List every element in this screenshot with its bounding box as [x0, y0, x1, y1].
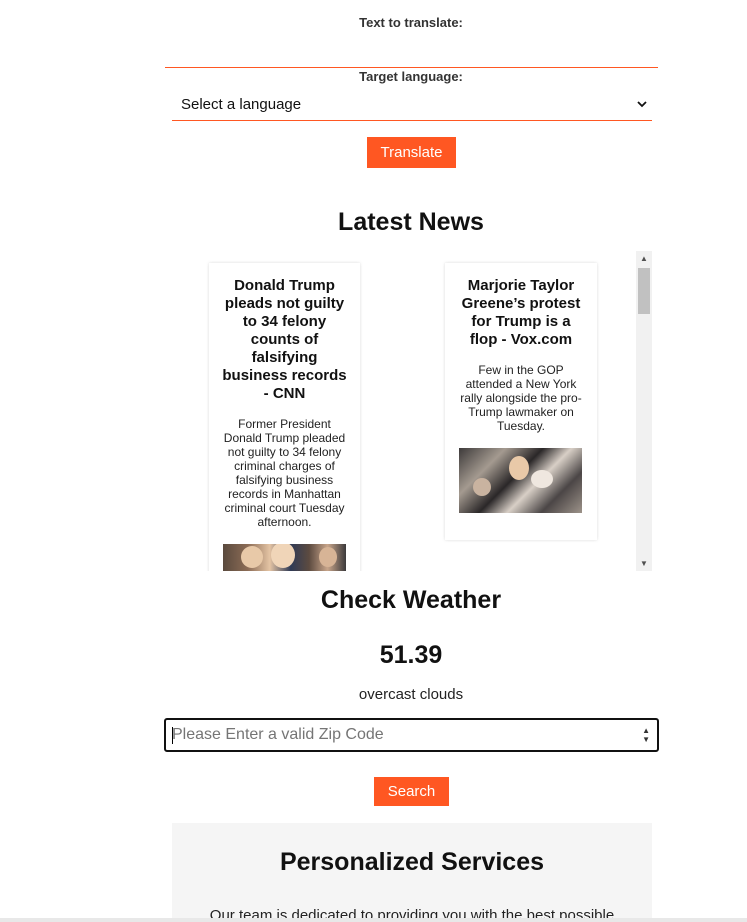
news-image [223, 544, 346, 571]
page: Text to translate: Target language: Sele… [0, 0, 747, 922]
check-weather-title: Check Weather [320, 586, 502, 614]
news-description: Few in the GOP attended a New York rally… [460, 363, 582, 433]
latest-news-title: Latest News [338, 208, 484, 236]
temperature-value: 51.39 [379, 641, 443, 669]
news-scroll-area[interactable]: Donald Trump pleads not guilty to 34 fel… [172, 251, 652, 571]
number-spinner-icon[interactable]: ▲ ▼ [642, 726, 650, 744]
chevron-down-icon [636, 91, 648, 129]
text-caret [172, 727, 173, 744]
window-bottom-edge [0, 918, 747, 922]
weather-description: overcast clouds [358, 686, 464, 703]
news-card[interactable]: Marjorie Taylor Greene’s protest for Tru… [445, 263, 597, 540]
search-button[interactable]: Search [374, 777, 449, 806]
zip-code-placeholder: Please Enter a valid Zip Code [172, 726, 384, 743]
news-description: Former President Donald Trump pleaded no… [223, 417, 346, 529]
services-title: Personalized Services [279, 848, 545, 876]
scroll-up-arrow-icon[interactable]: ▲ [636, 254, 652, 263]
zip-code-input[interactable]: Please Enter a valid Zip Code ▲ ▼ [164, 718, 659, 752]
services-panel: Personalized Services Our team is dedica… [172, 823, 652, 922]
news-headline[interactable]: Marjorie Taylor Greene’s protest for Tru… [459, 277, 583, 349]
text-to-translate-input[interactable] [165, 38, 658, 68]
news-image [459, 448, 582, 513]
text-to-translate-label: Text to translate: [359, 15, 463, 30]
scroll-down-arrow-icon[interactable]: ▼ [636, 559, 652, 568]
news-card[interactable]: Donald Trump pleads not guilty to 34 fel… [209, 263, 360, 571]
scrollbar-thumb[interactable] [638, 268, 650, 314]
target-language-label: Target language: [359, 69, 463, 84]
language-select-value: Select a language [181, 96, 302, 113]
news-scrollbar[interactable]: ▲ ▼ [636, 251, 652, 571]
translate-button[interactable]: Translate [367, 137, 456, 168]
language-select[interactable]: Select a language [172, 91, 652, 121]
news-headline[interactable]: Donald Trump pleads not guilty to 34 fel… [221, 277, 348, 403]
